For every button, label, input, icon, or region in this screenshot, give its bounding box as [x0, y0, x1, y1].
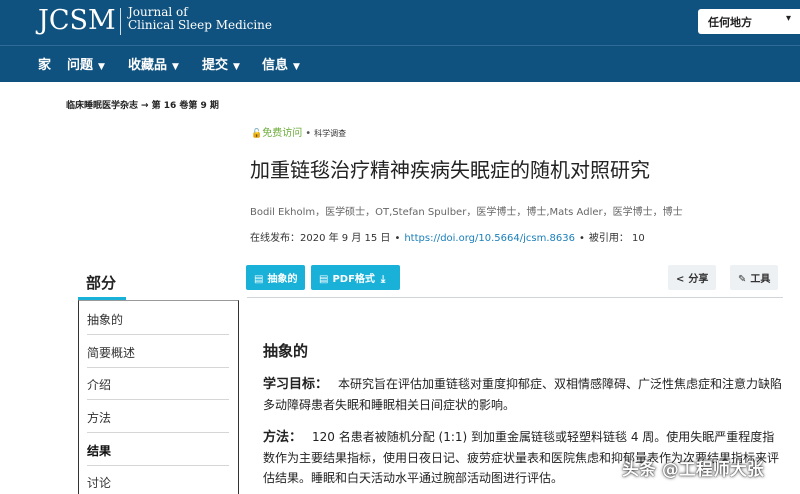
tools-button[interactable]: ✎ 工具: [730, 265, 779, 290]
chevron-down-icon: ▼: [293, 62, 300, 72]
chevron-down-icon: ▾: [786, 13, 792, 24]
pdf-button[interactable]: ▤ PDF格式 ⤓: [311, 265, 400, 290]
toc-divider: [87, 367, 229, 368]
nav-item-label: 问题: [67, 58, 94, 73]
tools-button-label: 工具: [750, 274, 771, 285]
nav-item-info[interactable]: 信息 ▼: [262, 54, 300, 73]
breadcrumb-journal[interactable]: 临床睡眠医学杂志: [66, 101, 138, 111]
journal-name-line2: Clinical Sleep Medicine: [128, 18, 273, 32]
divider: [247, 297, 783, 298]
toc-heading: 部分: [86, 274, 117, 292]
breadcrumb: 临床睡眠医学杂志 → 第 16 卷第 9 期: [66, 98, 219, 111]
separator-dot: •: [394, 233, 401, 244]
nav-item-label: 提交: [202, 58, 229, 73]
watermark: 头条 @工程师大张: [622, 460, 764, 480]
share-button[interactable]: < 分享: [668, 265, 717, 290]
free-access-badge: 免费访问: [262, 128, 303, 139]
nav-item-issues[interactable]: 问题 ▼: [67, 54, 105, 73]
breadcrumb-issue[interactable]: 第 16 卷第 9 期: [152, 101, 219, 111]
share-button-label: 分享: [688, 274, 709, 285]
search-scope-label: 任何地方: [708, 16, 752, 29]
toc-item-introduction[interactable]: 介绍: [87, 376, 111, 393]
separator-dot: •: [305, 128, 312, 139]
unlock-icon: 🔓: [251, 129, 263, 139]
toc-divider: [87, 465, 229, 466]
objectives-text: 本研究旨在评估加重链毯对重度抑郁症、双相情感障碍、广泛性焦虑症和注意力缺陷多动障…: [263, 377, 783, 412]
toc-item-results[interactable]: 结果: [87, 442, 111, 459]
cited-by[interactable]: 被引用： 10: [589, 233, 645, 244]
toc-item-abstract[interactable]: 抽象的: [87, 311, 123, 328]
main-nav: 家 问题 ▼ 收藏品 ▼ 提交 ▼ 信息 ▼: [0, 45, 800, 82]
chevron-down-icon: ▼: [172, 62, 179, 72]
abstract-button[interactable]: ▤ 抽象的: [246, 265, 306, 290]
article-meta-top: 🔓免费访问 • 科学调查: [251, 124, 346, 139]
doi-link[interactable]: https://doi.org/10.5664/jcsm.8636: [404, 233, 575, 244]
share-icon: <: [676, 274, 685, 285]
chevron-down-icon: ▼: [233, 62, 240, 72]
toc-divider: [87, 334, 229, 335]
published-date: 在线发布：2020 年 9 月 15 日: [250, 233, 391, 244]
nav-item-home[interactable]: 家: [38, 54, 51, 73]
article-title: 加重链毯治疗精神疾病失眠症的随机对照研究: [250, 158, 650, 182]
objectives-paragraph: 学习目标： 本研究旨在评估加重链毯对重度抑郁症、双相情感障碍、广泛性焦虑症和注意力…: [263, 374, 783, 415]
document-icon: ▤: [254, 274, 264, 285]
site-header: JCSM Journal of Clinical Sleep Medicine …: [0, 0, 800, 45]
toc-divider: [87, 399, 229, 400]
article-type: 科学调查: [314, 129, 347, 138]
separator-dot: •: [578, 233, 585, 244]
toc-item-methods[interactable]: 方法: [87, 409, 111, 426]
wrench-icon: ✎: [738, 274, 747, 285]
chevron-down-icon: ▼: [98, 62, 105, 72]
search-scope-select[interactable]: 任何地方 ▾: [698, 9, 800, 34]
toc-item-discussion[interactable]: 讨论: [87, 474, 111, 491]
objectives-label: 学习目标：: [263, 377, 329, 392]
logo-divider: [120, 8, 121, 35]
document-icon: ▤: [319, 274, 329, 285]
pdf-button-label: PDF格式: [332, 274, 375, 285]
toc-divider: [87, 432, 229, 433]
methods-label: 方法：: [263, 430, 303, 445]
arrow-right-icon: →: [141, 101, 149, 111]
nav-item-label: 收藏品: [128, 58, 168, 73]
abstract-button-label: 抽象的: [267, 274, 298, 285]
journal-logo[interactable]: JCSM: [38, 5, 116, 36]
download-icon: ⤓: [380, 274, 386, 285]
article-authors[interactable]: Bodil Ekholm，医学硕士，OT,Stefan Spulber，医学博士…: [250, 203, 683, 218]
nav-item-label: 信息: [262, 58, 289, 73]
publication-info: 在线发布：2020 年 9 月 15 日 • https://doi.org/10.…: [250, 229, 645, 244]
nav-item-collections[interactable]: 收藏品 ▼: [128, 54, 179, 73]
abstract-heading: 抽象的: [263, 342, 309, 360]
toc-item-brief-summary[interactable]: 简要概述: [87, 344, 135, 361]
journal-name[interactable]: Journal of Clinical Sleep Medicine: [128, 6, 272, 32]
nav-item-label: 家: [38, 58, 52, 73]
nav-item-submit[interactable]: 提交 ▼: [202, 54, 240, 73]
